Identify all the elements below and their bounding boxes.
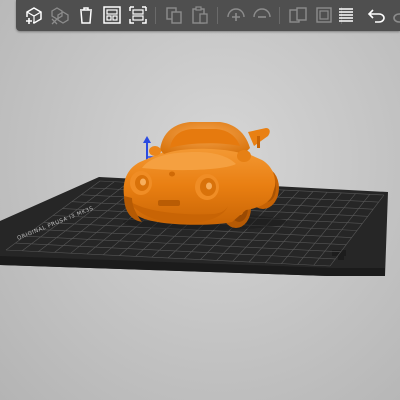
redo-icon bbox=[393, 13, 400, 23]
split-parts-icon bbox=[316, 7, 332, 23]
delete-button[interactable] bbox=[48, 3, 72, 27]
delete-all-button[interactable] bbox=[74, 3, 98, 27]
add-model-button[interactable] bbox=[22, 3, 46, 27]
arrange-icon bbox=[103, 6, 121, 24]
scene: ORIGINAL PRUSA i3 MK3S bbox=[0, 122, 388, 276]
remove-instance-icon bbox=[253, 8, 271, 18]
add-instance-button[interactable] bbox=[224, 3, 248, 27]
headlight-left bbox=[130, 171, 152, 195]
copy-icon bbox=[166, 7, 182, 24]
split-layout-button[interactable] bbox=[126, 3, 150, 27]
undo-icon bbox=[367, 9, 385, 23]
remove-instance-button[interactable] bbox=[250, 3, 274, 27]
undo-button[interactable] bbox=[364, 3, 388, 27]
toolbar-separator bbox=[279, 7, 280, 24]
redo-button[interactable] bbox=[390, 3, 400, 27]
add-cube-icon bbox=[25, 7, 42, 25]
3d-viewport[interactable]: ORIGINAL PRUSA i3 MK3S bbox=[0, 0, 400, 400]
toolbar-separator bbox=[155, 7, 156, 24]
split-to-parts-button[interactable] bbox=[312, 3, 336, 27]
delete-cubes-icon bbox=[51, 7, 69, 25]
trash-icon bbox=[80, 7, 92, 24]
add-instance-icon bbox=[227, 8, 245, 21]
paste-button[interactable] bbox=[188, 3, 212, 27]
top-toolbar bbox=[16, 0, 400, 31]
headlight-right bbox=[195, 174, 219, 200]
variable-layer-height-button[interactable] bbox=[334, 3, 358, 27]
toolbar-separator bbox=[217, 7, 218, 24]
copy-button[interactable] bbox=[162, 3, 186, 27]
layers-icon bbox=[339, 8, 353, 22]
arrange-button[interactable] bbox=[100, 3, 124, 27]
layout-split-icon bbox=[129, 6, 147, 24]
split-to-objects-button[interactable] bbox=[286, 3, 310, 27]
paste-icon bbox=[192, 6, 208, 24]
split-objects-icon bbox=[289, 7, 307, 23]
